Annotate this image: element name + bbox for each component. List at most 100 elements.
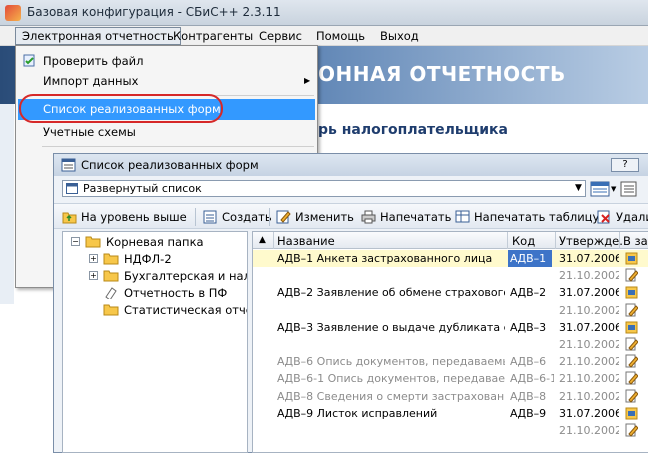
menu-item-label: Проверить файл [43, 54, 144, 68]
cell-date: 21.10.2002 [559, 372, 619, 386]
table-row[interactable]: АДВ–8 Сведения о смерти застрахованного А… [253, 388, 648, 405]
column-separator [619, 232, 620, 249]
chevron-down-icon[interactable]: ▼ [572, 181, 585, 196]
window-title: Базовая конфигурация - СБиС++ 2.3.11 [27, 5, 281, 19]
button-label: Напечатать таблицу [474, 210, 600, 224]
form-printer-icon [625, 407, 638, 420]
tree-node-accounting[interactable]: + Бухгалтерская и налогс [89, 268, 247, 285]
columns-icon[interactable] [620, 181, 637, 197]
cell-date: 31.07.2006 [559, 252, 619, 265]
table-row[interactable]: 21.10.2002 [253, 302, 648, 319]
toolbar-separator [195, 208, 196, 226]
cell-name: АДВ–2 Заявление об обмене страхового сви [277, 286, 505, 300]
folder-icon [103, 253, 119, 265]
list-view-icon [66, 183, 78, 194]
view-select-value: Развернутый список [83, 182, 202, 195]
cell-date: 21.10.2002 [559, 338, 619, 351]
menu-item-label: Учетные схемы [43, 125, 136, 139]
form-printer-icon [625, 252, 638, 265]
table-row[interactable]: 21.10.2002 [253, 422, 648, 439]
cell-name: АДВ–1 Анкета застрахованного лица [277, 252, 493, 265]
menu-counterparties[interactable]: Контрагенты [167, 28, 259, 44]
menu-electronic-reporting[interactable]: Электронная отчетность [15, 27, 181, 45]
table-row[interactable]: 21.10.2002 [253, 267, 648, 284]
tree-node-statistics[interactable]: Статистическая отчетн [89, 302, 247, 319]
table-row[interactable]: АДВ–2 Заявление об обмене страхового сви… [253, 284, 648, 301]
window-title: Список реализованных форм [81, 158, 259, 172]
tree-node-label: Отчетность в ПФ [124, 286, 228, 300]
cell-date: 21.10.2002 [559, 389, 619, 403]
view-select[interactable]: Развернутый список ▼ [62, 180, 586, 197]
menu-separator [42, 146, 314, 147]
menu-item-check-file[interactable]: Проверить файл [18, 51, 315, 72]
menu-item-import-data[interactable]: Импорт данных ▶ [18, 71, 315, 92]
menu-exit[interactable]: Выход [374, 28, 425, 44]
column-header-approved[interactable]: Утвержде. [559, 234, 623, 248]
cell-code: АДВ–3 [510, 320, 547, 334]
tree-node-ndfl2[interactable]: + НДФЛ-2 [89, 251, 247, 268]
column-header-status[interactable]: В за [623, 234, 648, 248]
view-mode-dropdown-icon[interactable]: ▼ [611, 185, 616, 193]
create-icon [203, 210, 217, 224]
tree-node-label: Бухгалтерская и налогс [124, 269, 247, 283]
folder-link-icon [105, 287, 117, 299]
form-edit-icon [625, 389, 638, 403]
form-edit-icon [625, 303, 638, 317]
expand-icon[interactable]: + [89, 254, 98, 263]
view-mode-icon[interactable] [590, 181, 610, 197]
button-label: Напечатать [380, 210, 452, 224]
column-separator [273, 232, 274, 249]
expand-icon[interactable]: + [89, 271, 98, 280]
folder-icon [103, 304, 119, 316]
print-table-icon [455, 210, 470, 223]
sort-indicator-icon[interactable]: ▲ [259, 235, 266, 245]
toolbar-separator [269, 208, 270, 226]
window-titlebar: Список реализованных форм ? [54, 154, 648, 176]
column-header-name[interactable]: Название [277, 234, 335, 248]
grid-body: АДВ–1 Анкета застрахованного лица АДВ–1 31… [253, 250, 648, 452]
menu-item-accounting-schemes[interactable]: Учетные схемы [18, 122, 315, 143]
tree-node-root[interactable]: − Корневая папка [71, 234, 247, 251]
table-row[interactable]: АДВ–9 Листок исправлений АДВ–9 31.07.2006 [253, 405, 648, 422]
tree-node-label: НДФЛ-2 [124, 252, 172, 266]
form-edit-icon [625, 354, 638, 368]
folder-tree: − Корневая папка + НДФЛ-2 + Бухгалтерска… [62, 231, 248, 453]
title-bar: Базовая конфигурация - СБиС++ 2.3.11 [0, 0, 648, 26]
collapse-icon[interactable]: − [71, 237, 80, 246]
cell-code: АДВ–9 [510, 406, 547, 420]
cell-code: АДВ–6-1 [510, 372, 554, 386]
page-subtitle: рь налогоплательщика [318, 122, 508, 138]
folder-up-icon [62, 212, 77, 224]
cell-code: АДВ–2 [510, 286, 547, 300]
help-button[interactable]: ? [611, 158, 639, 172]
column-separator [555, 232, 556, 249]
forms-grid: ▲ Название Код Утвержде. В за АДВ–1 Анке… [252, 231, 648, 453]
cell-name: АДВ–3 Заявление о выдаче дубликата страх [277, 320, 505, 334]
column-header-code[interactable]: Код [512, 234, 535, 248]
table-row[interactable]: АДВ–3 Заявление о выдаче дубликата страх… [253, 319, 648, 336]
cell-name: АДВ–8 Сведения о смерти застрахованного [277, 389, 505, 403]
tree-node-pf[interactable]: Отчетность в ПФ [89, 285, 247, 302]
menu-help[interactable]: Помощь [310, 28, 371, 44]
printer-icon [361, 210, 376, 224]
cell-code: АДВ–8 [510, 389, 547, 403]
button-label: Изменить [295, 210, 354, 224]
cell-date: 31.07.2006 [559, 320, 619, 334]
cell-name: АДВ–9 Листок исправлений [277, 406, 438, 420]
cell-date: 31.07.2006 [559, 406, 619, 420]
menu-service[interactable]: Сервис [253, 28, 308, 44]
column-separator [507, 232, 508, 249]
form-edit-icon [625, 337, 638, 351]
table-row[interactable]: АДВ–6-1 Опись документов, передаваемых с… [253, 370, 648, 387]
highlight-ring [19, 94, 223, 123]
button-label: На уровень выше [81, 210, 187, 224]
table-row[interactable]: АДВ–1 Анкета застрахованного лица АДВ–1 31… [253, 250, 648, 267]
toolbar: На уровень выше Создать Изменить Напечат… [54, 203, 648, 229]
form-printer-icon [625, 286, 638, 299]
table-row[interactable]: 21.10.2002 [253, 336, 648, 353]
cell-date: 21.10.2002 [559, 355, 619, 369]
cell-name: АДВ–6-1 Опись документов, передаваемых с [277, 372, 505, 386]
folder-icon [103, 270, 119, 282]
cell-date: 21.10.2002 [559, 269, 619, 283]
table-row[interactable]: АДВ–6 Опись документов, передаваемых ра А… [253, 353, 648, 370]
